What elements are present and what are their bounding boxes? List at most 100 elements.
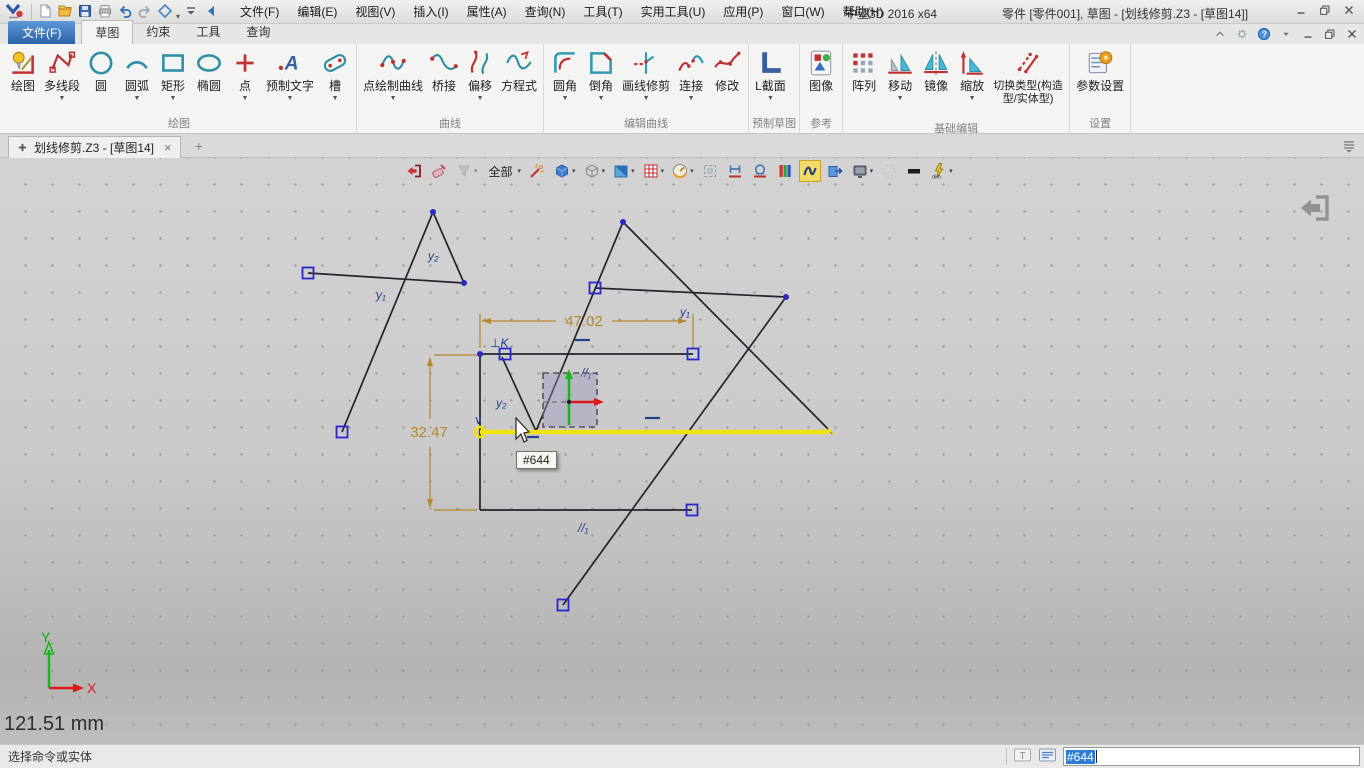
fillet-button[interactable]: 圆角▼ xyxy=(547,46,583,114)
tab-sketch[interactable]: 草图 xyxy=(81,20,133,44)
mirror-button[interactable]: 镜像 xyxy=(918,46,954,119)
slot-dropdown-icon[interactable]: ▼ xyxy=(332,95,339,105)
command-input[interactable]: #644 xyxy=(1063,747,1360,766)
toggle-type-button[interactable]: 切换类型(构造型/实体型) xyxy=(990,46,1066,119)
slot-button[interactable]: 槽▼ xyxy=(317,46,353,114)
point-curve-button[interactable]: 点绘制曲线▼ xyxy=(360,46,426,114)
input-options-icon[interactable] xyxy=(1038,747,1057,766)
arc-button[interactable]: 圆弧▼ xyxy=(119,46,155,114)
menu-view[interactable]: 视图(V) xyxy=(346,0,404,24)
help-icon[interactable]: ? xyxy=(1256,26,1272,42)
image-button[interactable]: 图像 xyxy=(803,46,839,114)
doc-restore-button[interactable] xyxy=(1322,26,1338,42)
new-tab-button[interactable]: + xyxy=(195,138,203,154)
close-button[interactable] xyxy=(1342,3,1358,19)
collapse-toolbar-icon[interactable] xyxy=(201,1,221,21)
polyline-button[interactable]: 多线段▼ xyxy=(41,46,83,114)
sketch-line[interactable] xyxy=(342,212,433,432)
close-tab-icon[interactable]: × xyxy=(160,140,172,155)
ready-text-dropdown-icon[interactable]: ▼ xyxy=(287,95,294,105)
scale-button[interactable]: 缩放▼ xyxy=(954,46,990,119)
rectangle-dropdown-icon[interactable]: ▼ xyxy=(170,95,177,105)
menu-tools[interactable]: 工具(T) xyxy=(574,0,631,24)
fillet-dropdown-icon[interactable]: ▼ xyxy=(562,95,569,105)
move-icon xyxy=(885,47,915,79)
redo-icon[interactable] xyxy=(135,1,155,21)
menu-edit[interactable]: 编辑(E) xyxy=(288,0,346,24)
connect-dropdown-icon[interactable]: ▼ xyxy=(688,95,695,105)
bridge-button[interactable]: 桥接 xyxy=(426,46,462,114)
collapse-ribbon-icon[interactable] xyxy=(1212,26,1228,42)
tab-tools[interactable]: 工具 xyxy=(183,20,233,44)
dimension-value[interactable]: 32.47 xyxy=(410,424,448,441)
equation-button[interactable]: 方程式 xyxy=(498,46,540,114)
sketch-line[interactable] xyxy=(563,297,786,605)
connect-button[interactable]: 连接▼ xyxy=(673,46,709,114)
endpoint-dot-marker[interactable] xyxy=(461,280,467,286)
point-dropdown-icon[interactable]: ▼ xyxy=(242,95,249,105)
ellipse-button[interactable]: 椭圆 xyxy=(191,46,227,114)
document-tab-icon xyxy=(17,142,28,153)
trim-by-line-button[interactable]: 画线修剪▼ xyxy=(619,46,673,114)
ribbon-group-5: 阵列移动▼镜像缩放▼切换类型(构造型/实体型)基础编辑 xyxy=(843,44,1070,133)
arc-dropdown-icon[interactable]: ▼ xyxy=(134,95,141,105)
equation-label: 方程式 xyxy=(501,80,537,93)
trim-by-line-dropdown-icon[interactable]: ▼ xyxy=(643,95,650,105)
point-button[interactable]: 点▼ xyxy=(227,46,263,114)
offset-dropdown-icon[interactable]: ▼ xyxy=(477,95,484,105)
minimize-button[interactable] xyxy=(1294,3,1310,19)
endpoint-dot-marker[interactable] xyxy=(783,294,789,300)
sketch-canvas[interactable]: ▾全部▾▾▾▾▾▾▾dim▾ 47.0232.47⊥Ky₂y₁y₂y₁//₁//… xyxy=(0,158,1364,744)
doc-close-button[interactable] xyxy=(1344,26,1360,42)
sketch-line[interactable] xyxy=(433,212,464,283)
rectangle-button[interactable]: 矩形▼ xyxy=(155,46,191,114)
customize-toolbar-icon[interactable] xyxy=(181,1,201,21)
offset-button[interactable]: 偏移▼ xyxy=(462,46,498,114)
endpoint-dot-marker[interactable] xyxy=(477,351,483,357)
tab-inquire[interactable]: 查询 xyxy=(233,20,283,44)
l-section-dropdown-icon[interactable]: ▼ xyxy=(767,95,774,105)
new-document-icon[interactable] xyxy=(35,1,55,21)
restore-button[interactable] xyxy=(1318,3,1334,19)
move-dropdown-icon[interactable]: ▼ xyxy=(897,95,904,105)
exit-sketch-icon[interactable] xyxy=(1296,190,1332,226)
help-dropdown-icon[interactable] xyxy=(1278,26,1294,42)
constraint-badge: ∨ xyxy=(474,413,483,427)
view-diamond-icon[interactable] xyxy=(155,1,175,21)
menu-attributes[interactable]: 属性(A) xyxy=(458,0,516,24)
tab-list-icon[interactable] xyxy=(1342,139,1356,156)
menu-applications[interactable]: 应用(P) xyxy=(714,0,772,24)
open-file-icon[interactable] xyxy=(55,1,75,21)
menu-window[interactable]: 窗口(W) xyxy=(772,0,833,24)
endpoint-dot-marker[interactable] xyxy=(620,219,626,225)
move-button[interactable]: 移动▼ xyxy=(882,46,918,119)
l-section-button[interactable]: L截面▼ xyxy=(752,46,789,114)
print-icon[interactable] xyxy=(95,1,115,21)
tab-constraint[interactable]: 约束 xyxy=(133,20,183,44)
save-file-icon[interactable] xyxy=(75,1,95,21)
draw-button[interactable]: 绘图 xyxy=(5,46,41,114)
sketch-line[interactable] xyxy=(502,357,536,431)
ready-text-button[interactable]: A预制文字▼ xyxy=(263,46,317,114)
menu-insert[interactable]: 插入(I) xyxy=(404,0,457,24)
circle-button[interactable]: 圆 xyxy=(83,46,119,114)
document-tab[interactable]: 划线修剪.Z3 - [草图14] × xyxy=(8,136,181,158)
pattern-button[interactable]: 阵列 xyxy=(846,46,882,119)
undo-icon[interactable] xyxy=(115,1,135,21)
parameter-settings-button[interactable]: 参数设置 xyxy=(1073,46,1127,114)
sketch-line[interactable] xyxy=(308,273,464,283)
chamfer-button[interactable]: 倒角▼ xyxy=(583,46,619,114)
endpoint-dot-marker[interactable] xyxy=(430,209,436,215)
tab-file[interactable]: 文件(F) xyxy=(8,21,75,44)
gear-icon[interactable] xyxy=(1234,26,1250,42)
sketch-line[interactable] xyxy=(623,222,833,434)
menu-inquire[interactable]: 查询(N) xyxy=(516,0,575,24)
scale-dropdown-icon[interactable]: ▼ xyxy=(969,95,976,105)
text-input-toggle-icon[interactable]: T xyxy=(1013,747,1032,766)
point-curve-dropdown-icon[interactable]: ▼ xyxy=(390,95,397,105)
doc-minimize-button[interactable] xyxy=(1300,26,1316,42)
menu-utilities[interactable]: 实用工具(U) xyxy=(632,0,715,24)
polyline-dropdown-icon[interactable]: ▼ xyxy=(59,95,66,105)
modify-button[interactable]: 修改 xyxy=(709,46,745,114)
chamfer-dropdown-icon[interactable]: ▼ xyxy=(598,95,605,105)
